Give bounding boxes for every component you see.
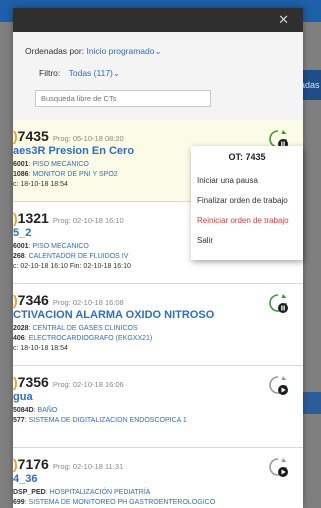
work-order-equipment: 1086: MONITOR DE PNI Y SPO2 (13, 171, 118, 178)
filter-row: Filtro: Todas (117)⌄ (39, 68, 120, 79)
pause-status-icon[interactable] (267, 292, 289, 314)
work-order-number: )7176 Prog: 02-10-18 11:31 (13, 456, 124, 472)
filter-dropdown[interactable]: Todas (117)⌄ (69, 68, 120, 78)
work-order-dates: c: 18-10-18 18:54 (13, 181, 68, 188)
menu-title: OT: 7435 (228, 152, 266, 162)
work-order-equipment: 268: CALENTADOR DE FLUIDOS IV (13, 253, 129, 260)
filter-area: Ordenadas por: Inicio programado⌄ Filtro… (13, 32, 303, 120)
play-status-icon[interactable] (267, 456, 289, 478)
work-order-card[interactable]: )7346 Prog: 02-10-18 16:08 CTIVACION ALAR… (13, 284, 303, 366)
work-order-equipment: 577: SISTEMA DE DIGITALIZACION ENDOSCOPI… (13, 417, 187, 424)
menu-item-finish-order[interactable]: Finalizar orden de trabajo (197, 196, 288, 205)
panel-header: ✕ (13, 8, 303, 32)
work-order-title: gua (13, 391, 33, 403)
filter-label: Filtro: (39, 68, 61, 78)
work-order-number: )7346 Prog: 02-10-18 16:08 (13, 292, 124, 308)
work-order-equipment: 699: SISTEMA DE MONITOREO PH GASTROENTER… (13, 499, 216, 506)
work-order-location: DSP_PED: HOSPITALIZACIÓN PEDIATRÍA (13, 489, 151, 496)
work-order-location: 2028: CENTRAL DE GASES CLINICOS (13, 325, 138, 332)
search-input[interactable] (35, 90, 211, 107)
chevron-down-icon: ⌄ (112, 68, 121, 78)
menu-item-start-pause[interactable]: Iniciar una pausa (197, 176, 258, 185)
work-order-dates: c: 02-10-18 16:10 Fin: 02-10-18 16:10 (13, 263, 131, 270)
work-order-number: )7435 Prog: 05-10-18 08:20 (13, 128, 124, 144)
work-order-title: 4_36 (13, 473, 38, 485)
work-order-dates: c: 18-10-18 18:54 (13, 345, 68, 352)
sort-dropdown[interactable]: Inicio programado⌄ (86, 46, 161, 56)
work-order-location: 6001: PISO MECANICO (13, 161, 89, 168)
sort-label: Ordenadas por: (25, 46, 85, 56)
play-status-icon[interactable] (267, 374, 289, 396)
menu-item-exit[interactable]: Salir (197, 236, 213, 245)
work-order-title: aes3R Presion En Cero (13, 145, 135, 157)
work-order-card[interactable]: )7356 Prog: 02-10-18 16:06 gua 5084D: BAÑ… (13, 366, 303, 448)
work-order-card[interactable]: )7176 Prog: 02-10-18 11:31 4_36 DSP_PED: … (13, 448, 303, 508)
work-order-number: )7356 Prog: 02-10-18 16:06 (13, 374, 124, 390)
close-icon[interactable]: ✕ (278, 8, 289, 32)
work-order-number: )1321 Prog: 02-10-18 16:10 (13, 210, 124, 226)
work-order-title: CTIVACION ALARMA OXIDO NITROSO (13, 309, 215, 321)
work-order-location: 5084D: BAÑO (13, 407, 58, 414)
menu-item-restart-order[interactable]: Reiniciar orden de trabajo (197, 216, 289, 225)
sort-row: Ordenadas por: Inicio programado⌄ (25, 46, 162, 57)
work-order-context-menu: OT: 7435 Iniciar una pausa Finalizar ord… (191, 146, 303, 260)
work-order-equipment: 406: ELECTROCARDIOGRAFO (EKGXX21) (13, 335, 153, 342)
work-order-title: 5_2 (13, 227, 32, 239)
chevron-down-icon: ⌄ (154, 46, 162, 56)
work-order-location: 6001: PISO MECANICO (13, 243, 89, 250)
